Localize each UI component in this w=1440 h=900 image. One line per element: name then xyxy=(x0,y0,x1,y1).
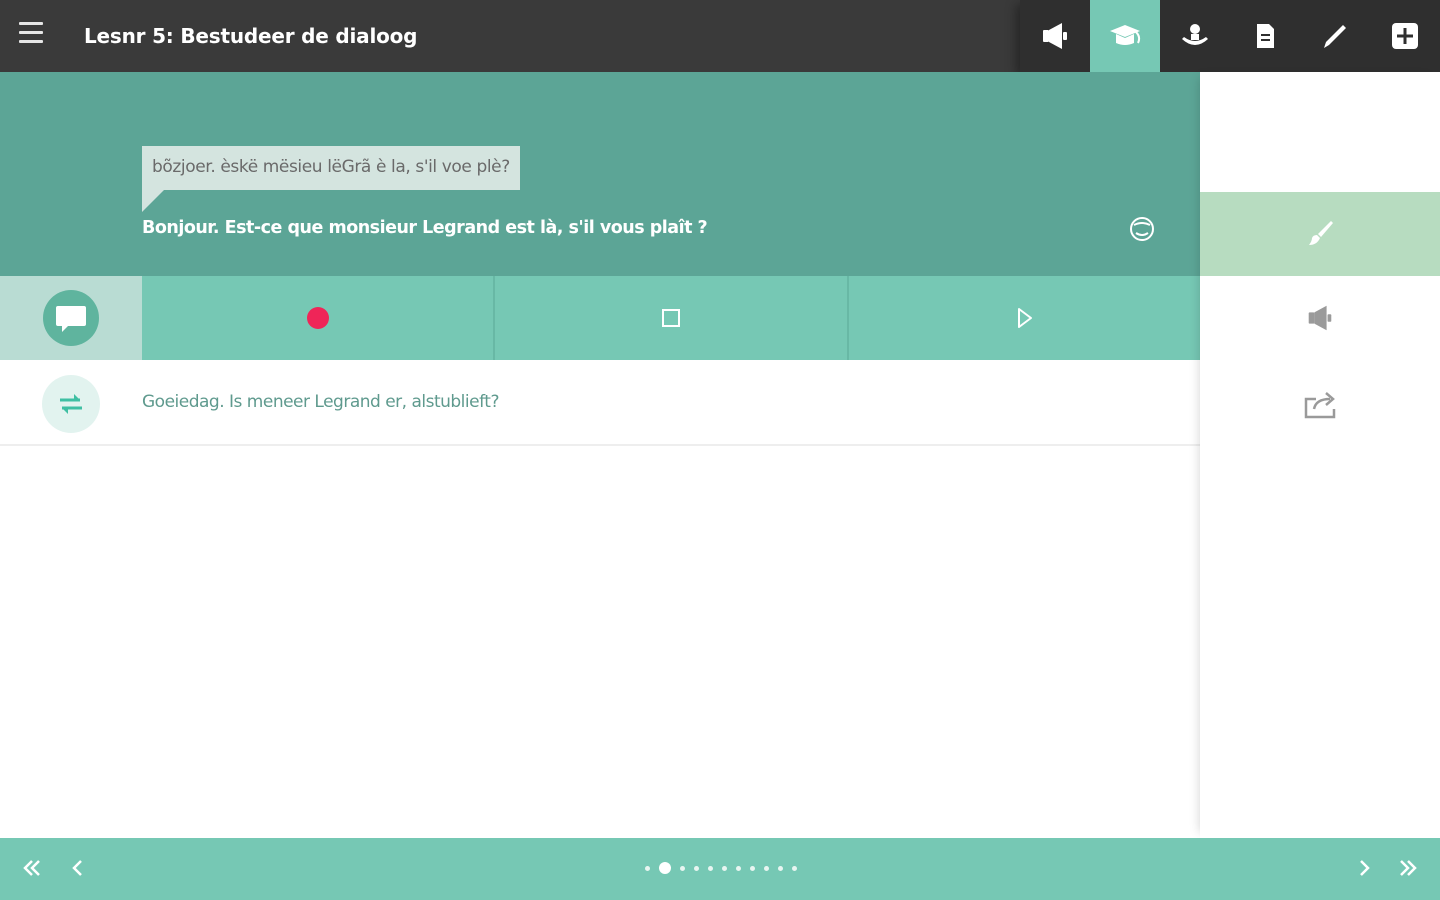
bubble-tail xyxy=(142,190,164,212)
page-dot-current[interactable] xyxy=(658,862,671,874)
page-dot[interactable] xyxy=(679,865,685,871)
stop-icon xyxy=(661,309,680,327)
page-dot[interactable] xyxy=(721,865,727,871)
page-dot[interactable] xyxy=(735,865,741,871)
chevron-right-icon xyxy=(1360,860,1370,876)
tool-audio[interactable] xyxy=(1020,0,1090,72)
page-dot[interactable] xyxy=(749,865,755,871)
page-dot[interactable] xyxy=(693,865,699,871)
bottom-nav-bar xyxy=(0,838,1440,900)
double-chevron-left-icon xyxy=(23,860,40,876)
hamburger-menu-icon[interactable] xyxy=(16,22,46,50)
chat-circle xyxy=(43,290,99,346)
document-icon xyxy=(1257,24,1274,48)
page-dot[interactable] xyxy=(791,865,797,871)
right-panel xyxy=(1200,72,1440,838)
first-page-button[interactable] xyxy=(14,850,50,886)
double-chevron-right-icon xyxy=(1400,860,1417,876)
page-dot[interactable] xyxy=(707,865,713,871)
phonetic-bubble: bõzjoer. èskë mësieu lëGrã è la, s'il vo… xyxy=(142,146,520,190)
speaking-head-icon xyxy=(1182,24,1208,45)
panel-audio-button[interactable] xyxy=(1200,276,1440,360)
chat-toggle[interactable] xyxy=(0,276,142,360)
plus-icon xyxy=(1392,23,1418,49)
share-icon xyxy=(1304,392,1336,419)
chat-bubble-icon xyxy=(56,306,86,332)
play-button[interactable] xyxy=(846,276,1200,360)
stop-button[interactable] xyxy=(493,276,847,360)
play-icon xyxy=(1018,308,1033,328)
brush-icon xyxy=(1309,221,1333,245)
megaphone-icon xyxy=(1308,305,1332,331)
panel-share-button[interactable] xyxy=(1200,362,1440,446)
page-dot[interactable] xyxy=(763,865,769,871)
page-title: Lesnr 5: Bestudeer de dialoog xyxy=(84,24,418,48)
recorder-bar xyxy=(0,276,1200,360)
page-dot[interactable] xyxy=(644,865,650,871)
record-dot-icon xyxy=(306,307,329,329)
graduation-cap-icon xyxy=(1110,25,1141,45)
french-sentence: Bonjour. Est-ce que monsieur Legrand est… xyxy=(142,218,708,238)
top-bar: Lesnr 5: Bestudeer de dialoog xyxy=(0,0,1440,72)
translation-row: Goeiedag. Is meneer Legrand er, alstubli… xyxy=(0,360,1200,446)
previous-page-button[interactable] xyxy=(60,850,96,886)
record-button[interactable] xyxy=(142,276,494,360)
tool-add[interactable] xyxy=(1370,0,1440,72)
page-indicator xyxy=(640,862,801,874)
tool-text[interactable] xyxy=(1230,0,1300,72)
pencil-icon xyxy=(1324,25,1346,48)
toolbar xyxy=(1020,0,1440,72)
page-dot[interactable] xyxy=(777,865,783,871)
dutch-translation: Goeiedag. Is meneer Legrand er, alstubli… xyxy=(142,392,499,412)
megaphone-icon xyxy=(1043,23,1067,49)
chevron-left-icon xyxy=(72,860,82,876)
last-page-button[interactable] xyxy=(1390,850,1426,886)
tool-write[interactable] xyxy=(1300,0,1370,72)
tool-study[interactable] xyxy=(1090,0,1160,72)
swap-arrows-icon xyxy=(60,394,82,414)
tool-speak[interactable] xyxy=(1160,0,1230,72)
swap-button[interactable] xyxy=(42,375,100,433)
next-page-button[interactable] xyxy=(1346,850,1382,886)
face-icon[interactable] xyxy=(1128,214,1156,244)
panel-brush-button[interactable] xyxy=(1200,192,1440,276)
